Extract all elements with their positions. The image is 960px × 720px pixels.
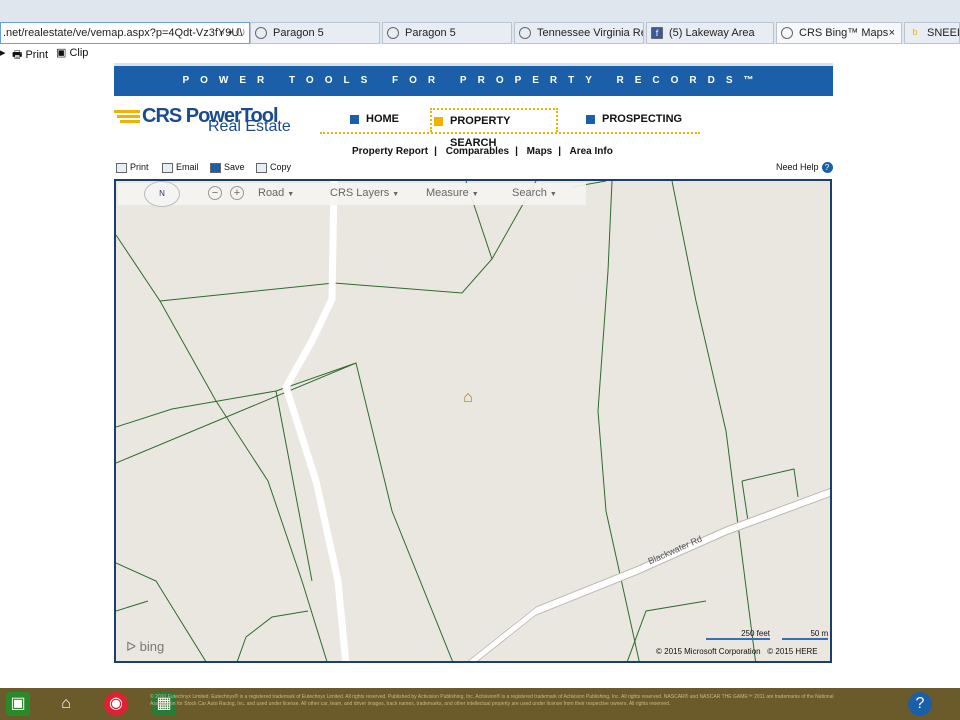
email-icon	[162, 162, 173, 173]
logo-stripes-icon	[114, 110, 140, 123]
nav-divider	[320, 132, 700, 134]
subnav-maps[interactable]: Maps	[527, 146, 553, 157]
map-view[interactable]: N − + Road ▼ CRS Layers ▼ Measure ▼ Search ▼…	[114, 179, 832, 663]
subnav-comparables[interactable]: Comparables	[446, 146, 509, 157]
zoom-out-icon[interactable]: −	[208, 186, 222, 200]
globe-icon	[387, 27, 399, 39]
store-icon[interactable]: ▣	[6, 692, 30, 716]
nav-prospecting[interactable]: PROSPECTING	[584, 108, 682, 132]
printer-icon	[116, 162, 127, 173]
tab-sneedville[interactable]: bSNEEDVI	[904, 22, 960, 44]
map-style-dropdown[interactable]: Road ▼	[258, 187, 294, 199]
measure-dropdown[interactable]: Measure ▼	[426, 187, 479, 199]
tab-paragon-2[interactable]: Paragon 5	[382, 22, 512, 44]
banner: POWER TOOLS FOR PROPERTY RECORDS™	[114, 63, 833, 96]
bing-logo: ᐅ bing	[126, 639, 165, 654]
help-icon[interactable]: ?	[908, 692, 932, 716]
square-icon	[586, 115, 595, 124]
compass-icon[interactable]: N	[144, 181, 180, 207]
facebook-icon: f	[651, 27, 663, 39]
zoom-in-icon[interactable]: +	[230, 186, 244, 200]
parcel-lines	[116, 181, 799, 661]
copy-button[interactable]: Copy	[256, 162, 291, 173]
chrome-icon[interactable]: ◉	[104, 692, 128, 716]
map-toolbar: N − + Road ▼ CRS Layers ▼ Measure ▼ Search ▼	[118, 181, 586, 207]
save-button[interactable]: Save	[210, 162, 245, 173]
address-bar[interactable]: .net/realestate/ve/vemap.aspx?p=4Qdt-Vz3…	[0, 22, 250, 44]
tab-lakeway[interactable]: f (5) Lakeway Area	[646, 22, 774, 44]
white-road	[282, 181, 350, 661]
sub-nav: Property Report | Comparables | Maps | Area…	[352, 146, 613, 157]
clip-command[interactable]: ▣ Clip	[56, 46, 88, 59]
search-refresh-icon[interactable]: ⌕ ▾ ↻	[219, 23, 245, 43]
subnav-property-report[interactable]: Property Report	[352, 146, 428, 157]
home-icon[interactable]: ⌂	[54, 692, 78, 716]
search-dropdown[interactable]: Search ▼	[512, 187, 557, 199]
help-icon: ?	[821, 162, 833, 173]
help-link[interactable]: Need Help?	[776, 162, 833, 173]
map-canvas	[116, 181, 830, 661]
email-button[interactable]: Email	[162, 162, 199, 173]
nav-property-search[interactable]: PROPERTY SEARCH	[430, 108, 558, 149]
square-icon	[434, 117, 443, 126]
crs-logo[interactable]: CRS PowerTool Real Estate	[114, 104, 304, 144]
tab-paragon-1[interactable]: Paragon 5	[250, 22, 380, 44]
floppy-icon	[210, 162, 221, 173]
tab-bar: Paragon 5 Paragon 5 Tennessee Virginia R…	[0, 0, 960, 45]
dropdown-icon[interactable]: ▸	[0, 46, 6, 59]
house-marker-icon[interactable]: ⌂	[459, 389, 477, 407]
bing-icon: b	[912, 27, 918, 37]
globe-icon	[255, 27, 267, 39]
nav-home[interactable]: HOME	[348, 108, 399, 132]
subnav-area-info[interactable]: Area Info	[569, 146, 612, 157]
copy-icon	[256, 162, 267, 173]
close-icon[interactable]: ×	[889, 23, 895, 43]
tab-crs-bing[interactable]: CRS Bing™ Maps ×	[776, 22, 902, 44]
butterfly-icon	[519, 27, 531, 39]
print-button[interactable]: Print	[116, 162, 149, 173]
legal-text: © 2010 Eutechnyx Limited. Eutechnyx® is …	[150, 694, 834, 707]
crs-layers-dropdown[interactable]: CRS Layers ▼	[330, 187, 399, 199]
crs-icon	[781, 27, 793, 39]
map-copyright: © 2015 Microsoft Corporation © 2015 HERE	[656, 647, 818, 656]
main-nav: HOME PROPERTY SEARCH PROSPECTING	[320, 104, 700, 149]
taskbar: ▣ ⌂ ◉ ▦ © 2010 Eutechnyx Limited. Eutech…	[0, 688, 960, 720]
tab-tennessee[interactable]: Tennessee Virginia Regi...	[514, 22, 644, 44]
print-command[interactable]: 🖶 Print	[12, 46, 48, 65]
map-scale: 250 feet 50 m	[706, 629, 829, 640]
command-bar: ▸ 🖶 Print ▣ Clip	[0, 44, 960, 62]
square-icon	[350, 115, 359, 124]
